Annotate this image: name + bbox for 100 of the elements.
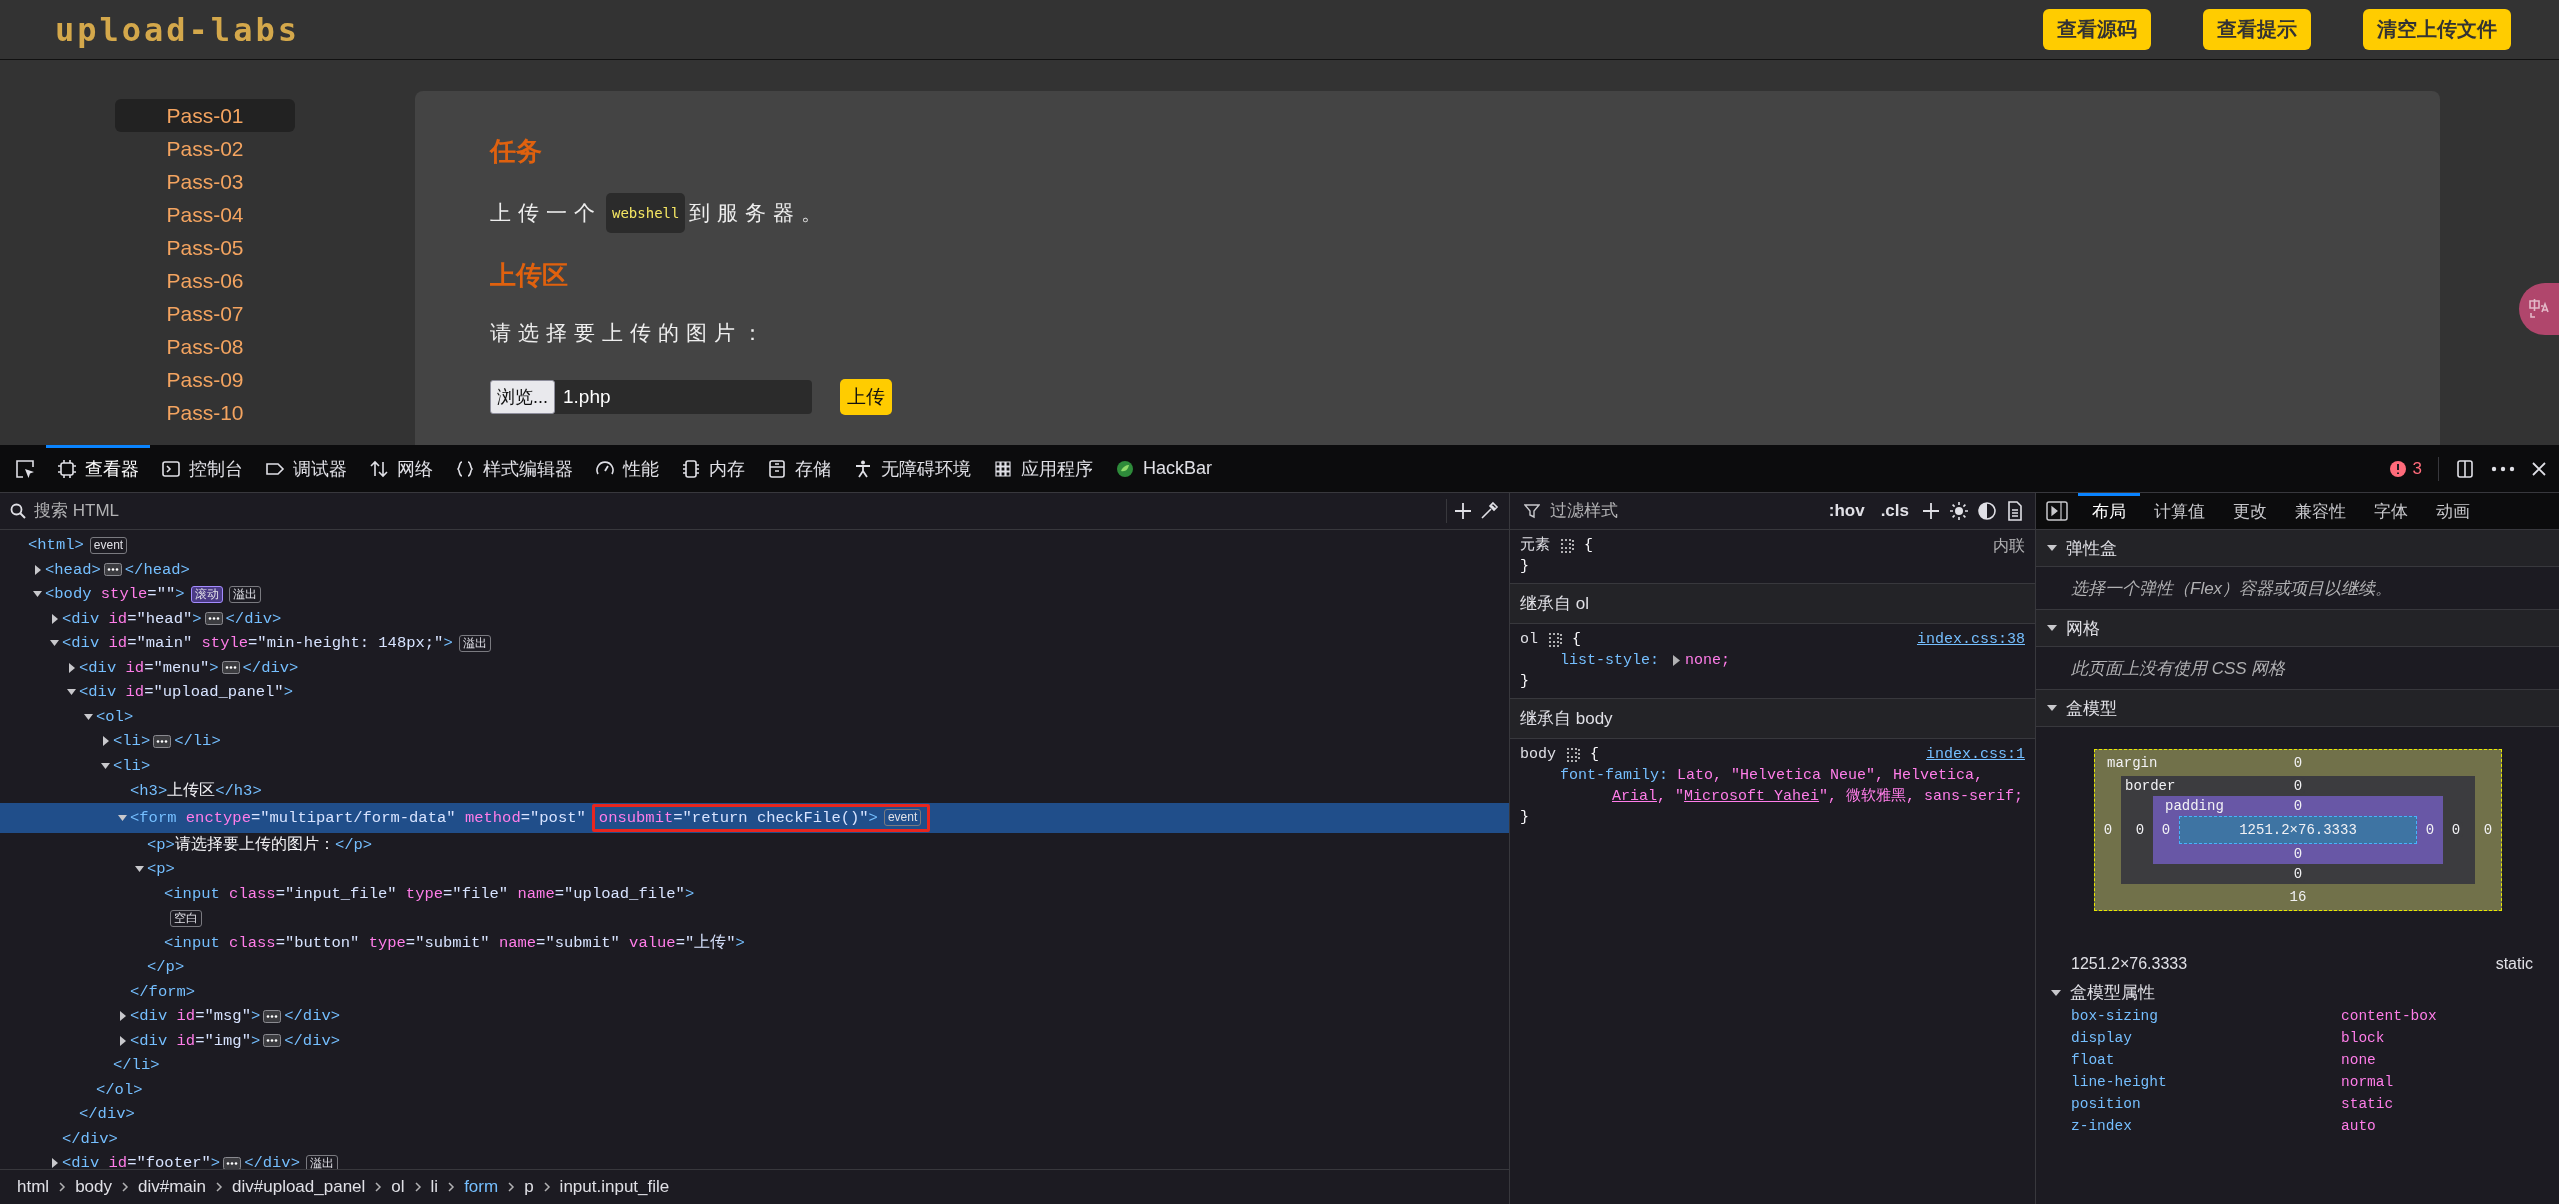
tree-row[interactable]: <div id="main" style="min-height: 148px;"> 溢出	[0, 631, 1509, 656]
sidebar-tab[interactable]: 布局	[2078, 493, 2140, 529]
toggle-button[interactable]: .cls	[1876, 501, 1913, 521]
section-toggle-icon[interactable]	[2046, 624, 2058, 632]
header-button[interactable]: 清空上传文件	[2363, 9, 2511, 50]
node-badge[interactable]: 溢出	[305, 1154, 338, 1169]
devtools-tab[interactable]: 控制台	[150, 445, 254, 492]
property-value[interactable]: normal	[2341, 1074, 2559, 1090]
tree-row[interactable]: <div id="head"> </div>	[0, 606, 1509, 631]
tree-row[interactable]: <h3>上传区</h3>	[0, 778, 1509, 803]
highlighter-icon[interactable]	[1560, 538, 1574, 553]
node-badge[interactable]: 溢出	[228, 585, 261, 603]
devtools-tab[interactable]: 无障碍环境	[842, 445, 982, 492]
tree-row[interactable]: <input class="button" type="submit" name="submit" value="上传">	[0, 930, 1509, 955]
collapse-arrow-icon[interactable]	[82, 711, 96, 722]
node-badge[interactable]: 溢出	[458, 634, 491, 652]
add-icon[interactable]	[1453, 501, 1473, 521]
property-value[interactable]: auto	[2341, 1118, 2559, 1134]
tree-row[interactable]: <div id="menu"> </div>	[0, 655, 1509, 680]
level-link[interactable]: Pass-09	[115, 363, 295, 396]
property-value[interactable]: content-box	[2341, 1008, 2559, 1024]
section-toggle-icon[interactable]	[2046, 544, 2058, 552]
section-header[interactable]: 弹性盒	[2036, 530, 2559, 567]
dock-icon[interactable]	[2455, 458, 2475, 479]
error-icon[interactable]	[2388, 459, 2407, 478]
node-badge[interactable]: event	[89, 536, 128, 554]
breadcrumb-item[interactable]: body	[72, 1177, 115, 1197]
level-link[interactable]: Pass-04	[115, 198, 295, 231]
breadcrumb-item[interactable]: html	[14, 1177, 53, 1197]
level-link[interactable]: Pass-06	[115, 264, 295, 297]
devtools-tab[interactable]: 性能	[584, 445, 670, 492]
node-badge[interactable]: 滚动	[190, 585, 223, 603]
sidebar-tab[interactable]: 更改	[2219, 493, 2281, 529]
more-icon[interactable]	[2491, 464, 2515, 473]
tree-row[interactable]: <form enctype="multipart/form-data" method="post" onsubmit="return checkFile()"> event	[0, 802, 1509, 833]
tree-row[interactable]: <p>	[0, 857, 1509, 882]
source-link[interactable]: index.css:1	[1925, 744, 2025, 765]
devtools-tab[interactable]: 存储	[756, 445, 842, 492]
sidebar-tab[interactable]: 兼容性	[2281, 493, 2360, 529]
ellipsis-icon[interactable]	[204, 612, 223, 626]
sidebar-tab[interactable]: 计算值	[2140, 493, 2219, 529]
devtools-tab[interactable]: HackBar	[1104, 445, 1224, 492]
tree-row[interactable]: <li>	[0, 753, 1509, 778]
devtools-tab[interactable]: 样式编辑器	[444, 445, 584, 492]
breadcrumb-item[interactable]: p	[521, 1177, 537, 1197]
tree-row[interactable]: <p>请选择要上传的图片：</p>	[0, 832, 1509, 857]
ellipsis-icon[interactable]	[103, 563, 122, 577]
ellipsis-icon[interactable]	[263, 1009, 282, 1023]
eyedropper-icon[interactable]	[1479, 501, 1499, 521]
close-icon[interactable]	[2531, 460, 2547, 477]
ellipsis-icon[interactable]	[221, 661, 240, 675]
sidebar-tab[interactable]: 动画	[2422, 493, 2484, 529]
section-toggle-icon[interactable]	[2046, 704, 2058, 712]
devtools-tab[interactable]: 应用程序	[982, 445, 1104, 492]
breadcrumb-item[interactable]: div#upload_panel	[229, 1177, 369, 1197]
level-link[interactable]: Pass-01	[115, 99, 295, 132]
ellipsis-icon[interactable]	[263, 1034, 282, 1048]
translate-button[interactable]	[2519, 283, 2559, 335]
tree-row[interactable]: <html> event	[0, 533, 1509, 558]
property-value[interactable]: block	[2341, 1030, 2559, 1046]
tree-row[interactable]: <input class="input_file" type="file" name="upload_file">	[0, 881, 1509, 906]
devtools-tab[interactable]: 内存	[670, 445, 756, 492]
breadcrumb-item[interactable]: div#main	[135, 1177, 210, 1197]
document-icon[interactable]	[2005, 501, 2025, 521]
level-link[interactable]: Pass-07	[115, 297, 295, 330]
browse-button[interactable]: 浏览...	[490, 380, 555, 414]
property-value[interactable]: static	[2341, 1096, 2559, 1112]
collapse-arrow-icon[interactable]	[31, 589, 45, 600]
level-link[interactable]: Pass-03	[115, 165, 295, 198]
section-header[interactable]: 网格	[2036, 610, 2559, 647]
node-badge[interactable]: 空白	[170, 909, 202, 927]
level-link[interactable]: Pass-05	[115, 231, 295, 264]
highlighter-icon[interactable]	[1548, 632, 1562, 647]
highlighter-icon[interactable]	[1566, 747, 1580, 762]
node-badge[interactable]: event	[883, 809, 922, 826]
collapse-arrow-icon[interactable]	[48, 638, 62, 649]
source-link[interactable]: index.css:38	[1916, 629, 2025, 650]
breadcrumb-item[interactable]: input.input_file	[556, 1177, 673, 1197]
breadcrumb-item[interactable]: ol	[388, 1177, 408, 1197]
collapse-arrow-icon[interactable]	[99, 760, 113, 771]
search-field[interactable]: 搜索 HTML	[32, 493, 1440, 530]
property-value[interactable]: none	[2341, 1052, 2559, 1068]
level-link[interactable]: Pass-08	[115, 330, 295, 363]
add-icon[interactable]	[1921, 501, 1941, 521]
sidebar-tab[interactable]: 字体	[2360, 493, 2422, 529]
collapse-arrow-icon[interactable]	[133, 864, 147, 875]
tree-row[interactable]: <div id="footer"> </div> 溢出	[0, 1151, 1509, 1169]
tree-row[interactable]: <body style=""> 滚动 溢出	[0, 582, 1509, 607]
error-count[interactable]: 3	[2412, 458, 2422, 479]
breadcrumb-item[interactable]: li	[427, 1177, 442, 1197]
toggle-button[interactable]: :hov	[1824, 501, 1869, 521]
section-header[interactable]: 盒模型	[2036, 690, 2559, 727]
ellipsis-icon[interactable]	[223, 1156, 242, 1169]
sidebar-toggle-icon[interactable]	[2046, 501, 2068, 521]
collapse-arrow-icon[interactable]	[65, 687, 79, 698]
header-button[interactable]: 查看源码	[2043, 9, 2151, 50]
devtools-tab[interactable]: 网络	[358, 445, 444, 492]
tree-row[interactable]: <head> </head>	[0, 557, 1509, 582]
tree-row[interactable]: <div id="msg"> </div>	[0, 1004, 1509, 1029]
devtools-tab[interactable]: 调试器	[254, 445, 358, 492]
